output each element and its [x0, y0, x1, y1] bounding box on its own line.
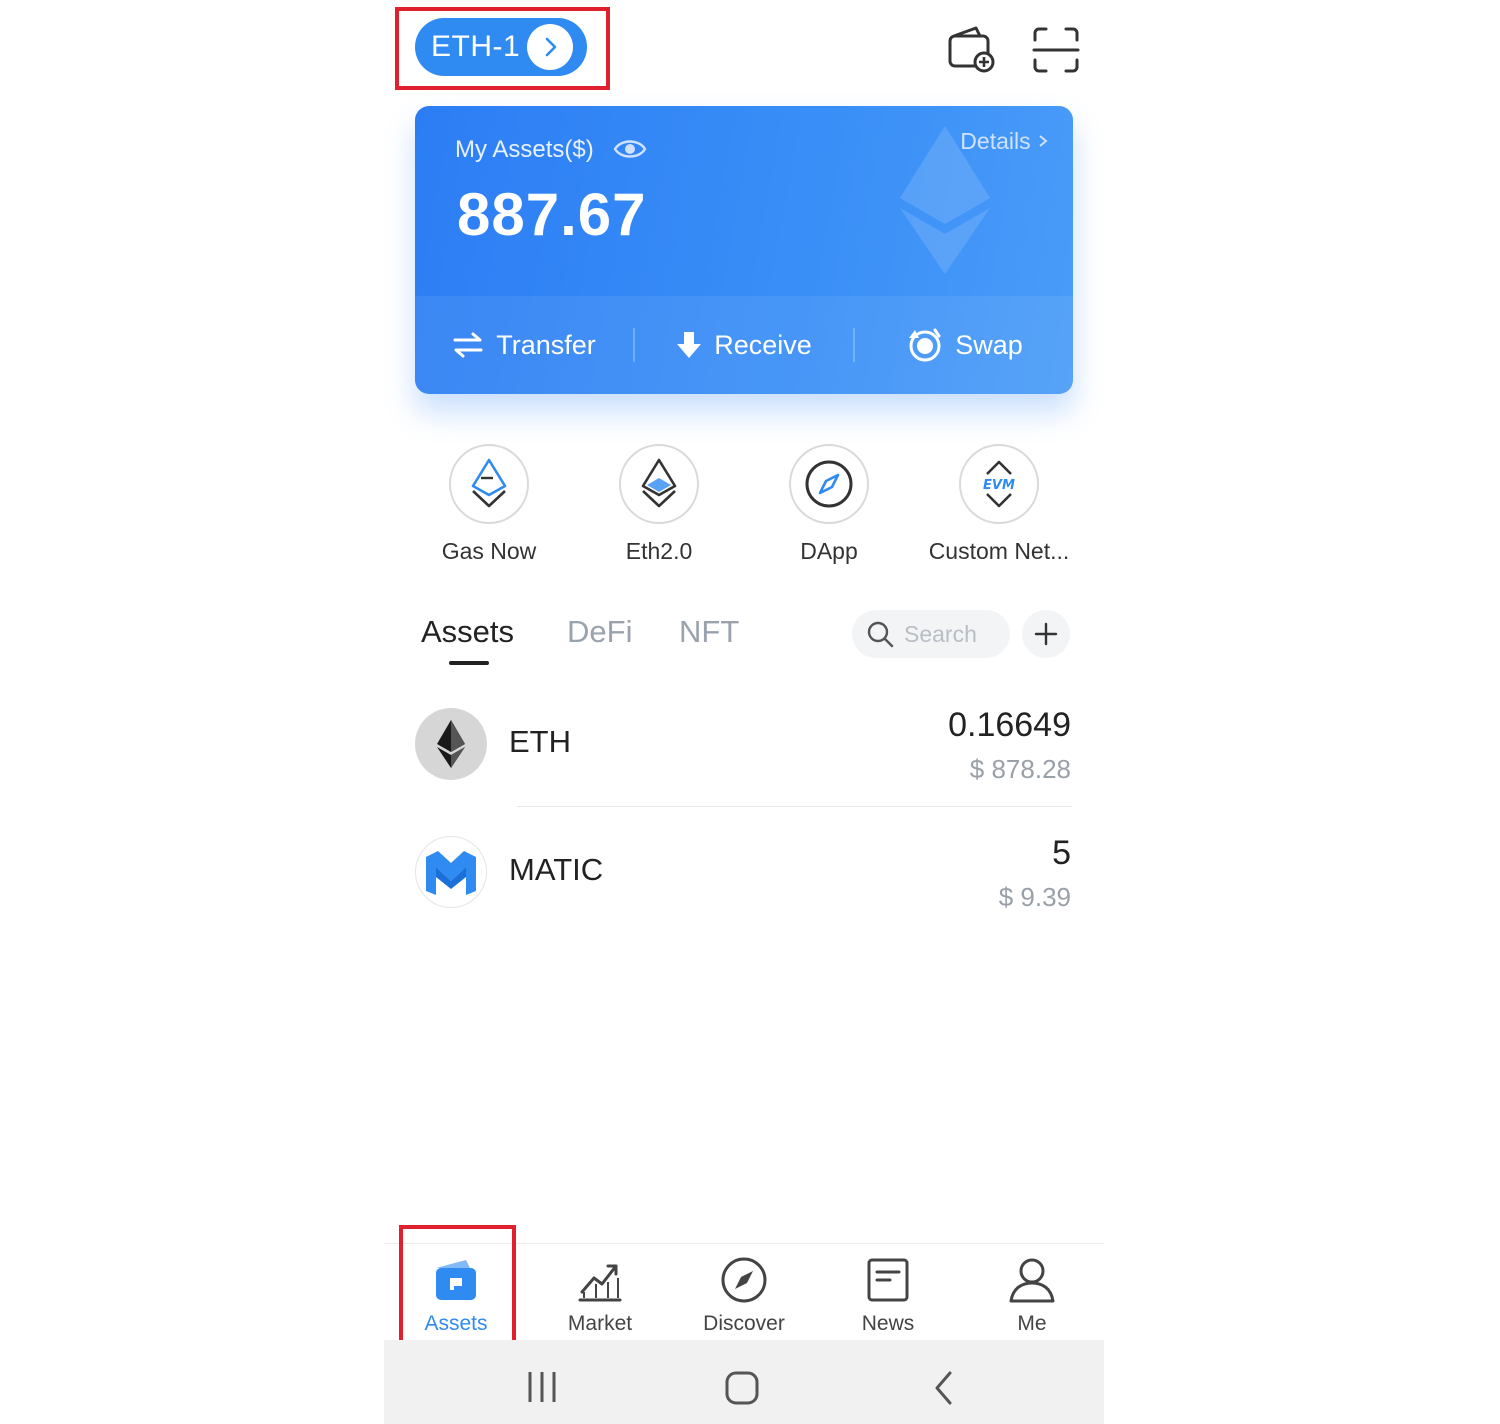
search-box[interactable]: [852, 610, 1010, 658]
transfer-button[interactable]: Transfer: [415, 330, 633, 361]
dapp-button[interactable]: DApp: [744, 444, 914, 565]
asset-amount: 5: [1052, 834, 1071, 872]
wallet-selector-highlight: [395, 7, 610, 90]
swap-icon: [909, 328, 941, 362]
evm-text: EVM: [983, 478, 1015, 493]
tab-defi[interactable]: DeFi: [567, 614, 632, 650]
recent-apps-icon[interactable]: [524, 1370, 560, 1404]
receive-icon: [677, 332, 702, 358]
transfer-label: Transfer: [496, 329, 596, 360]
scan-icon[interactable]: [1030, 24, 1082, 76]
receive-button[interactable]: Receive: [635, 330, 853, 361]
wallet-add-icon[interactable]: [946, 24, 998, 76]
row-divider: [517, 806, 1072, 807]
eth2-icon: [619, 444, 699, 524]
person-icon: [1006, 1254, 1058, 1306]
transfer-icon: [453, 332, 483, 358]
nav-me-label: Me: [1017, 1312, 1047, 1335]
eye-icon[interactable]: [613, 136, 647, 167]
asset-value: $ 878.28: [969, 754, 1071, 784]
swap-button[interactable]: Swap: [855, 326, 1073, 364]
asset-symbol: ETH: [509, 724, 571, 759]
active-tab-indicator: [449, 661, 489, 665]
gas-eth-icon: [449, 444, 529, 524]
add-token-button[interactable]: [1022, 610, 1070, 658]
nav-me[interactable]: Me: [960, 1254, 1104, 1336]
dapp-label: DApp: [800, 538, 858, 564]
chart-icon: [574, 1254, 626, 1306]
asset-row-eth[interactable]: ETH 0.16649 $ 878.28: [415, 694, 1071, 794]
plus-icon: [1034, 622, 1058, 646]
details-label: Details: [960, 128, 1031, 154]
nav-news[interactable]: News: [816, 1254, 960, 1336]
eth2-label: Eth2.0: [625, 538, 693, 564]
asset-value: $ 9.39: [998, 882, 1071, 912]
phone-screen: ETH-1 My Assets($) Details 887.67 Transf…: [384, 0, 1104, 1424]
chevron-right-icon: [1039, 135, 1048, 147]
assets-card: My Assets($) Details 887.67 Transfer Rec…: [415, 106, 1073, 394]
nav-discover[interactable]: Discover: [672, 1254, 816, 1336]
search-icon: [867, 621, 894, 648]
matic-logo-icon: [415, 836, 487, 908]
tab-assets[interactable]: Assets: [421, 614, 514, 650]
custom-network-label: Custom Net...: [928, 538, 1070, 564]
eth2-button[interactable]: Eth2.0: [574, 444, 744, 565]
asset-symbol: MATIC: [509, 852, 604, 887]
total-assets-value: 887.67: [457, 181, 647, 248]
receive-label: Receive: [714, 329, 812, 360]
tab-nft[interactable]: NFT: [679, 614, 739, 650]
nav-discover-label: Discover: [703, 1312, 785, 1335]
details-link[interactable]: Details: [960, 128, 1049, 155]
asset-amount: 0.16649: [948, 706, 1071, 744]
search-input[interactable]: [902, 619, 1006, 649]
card-actions: Transfer Receive Swap: [415, 296, 1073, 394]
evm-icon: EVM: [959, 444, 1039, 524]
my-assets-label: My Assets($): [455, 136, 594, 163]
nav-market[interactable]: Market: [528, 1254, 672, 1336]
swap-label: Swap: [955, 329, 1023, 360]
custom-network-button[interactable]: EVM Custom Net...: [914, 444, 1084, 565]
assets-tab-highlight: [399, 1225, 516, 1349]
back-icon[interactable]: [932, 1370, 956, 1406]
asset-row-matic[interactable]: MATIC 5 $ 9.39: [415, 822, 1071, 922]
compass-icon: [718, 1254, 770, 1306]
news-icon: [862, 1254, 914, 1306]
eth-logo-icon: [415, 708, 487, 780]
nav-market-label: Market: [567, 1312, 633, 1335]
home-icon[interactable]: [724, 1370, 760, 1406]
compass-icon: [789, 444, 869, 524]
nav-news-label: News: [861, 1312, 915, 1335]
gas-now-label: Gas Now: [441, 538, 537, 564]
gas-now-button[interactable]: Gas Now: [404, 444, 574, 565]
system-navigation-bar: [384, 1340, 1104, 1424]
